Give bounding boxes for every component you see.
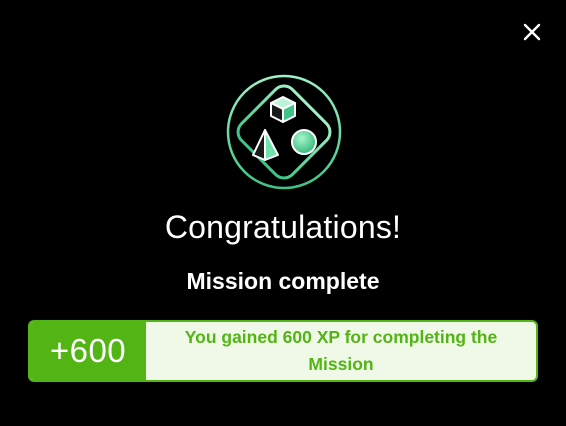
mission-complete-subtitle: Mission complete <box>186 268 380 294</box>
congratulations-title: Congratulations! <box>164 209 402 245</box>
close-button[interactable] <box>520 20 544 44</box>
xp-reward-banner: +600 You gained 600 XP for completing th… <box>28 320 538 382</box>
close-icon <box>523 23 541 41</box>
geometric-shapes-badge-icon <box>226 74 342 190</box>
mission-badge <box>226 74 342 190</box>
xp-message: You gained 600 XP for completing the Mis… <box>184 327 498 374</box>
xp-amount: +600 <box>30 322 146 380</box>
